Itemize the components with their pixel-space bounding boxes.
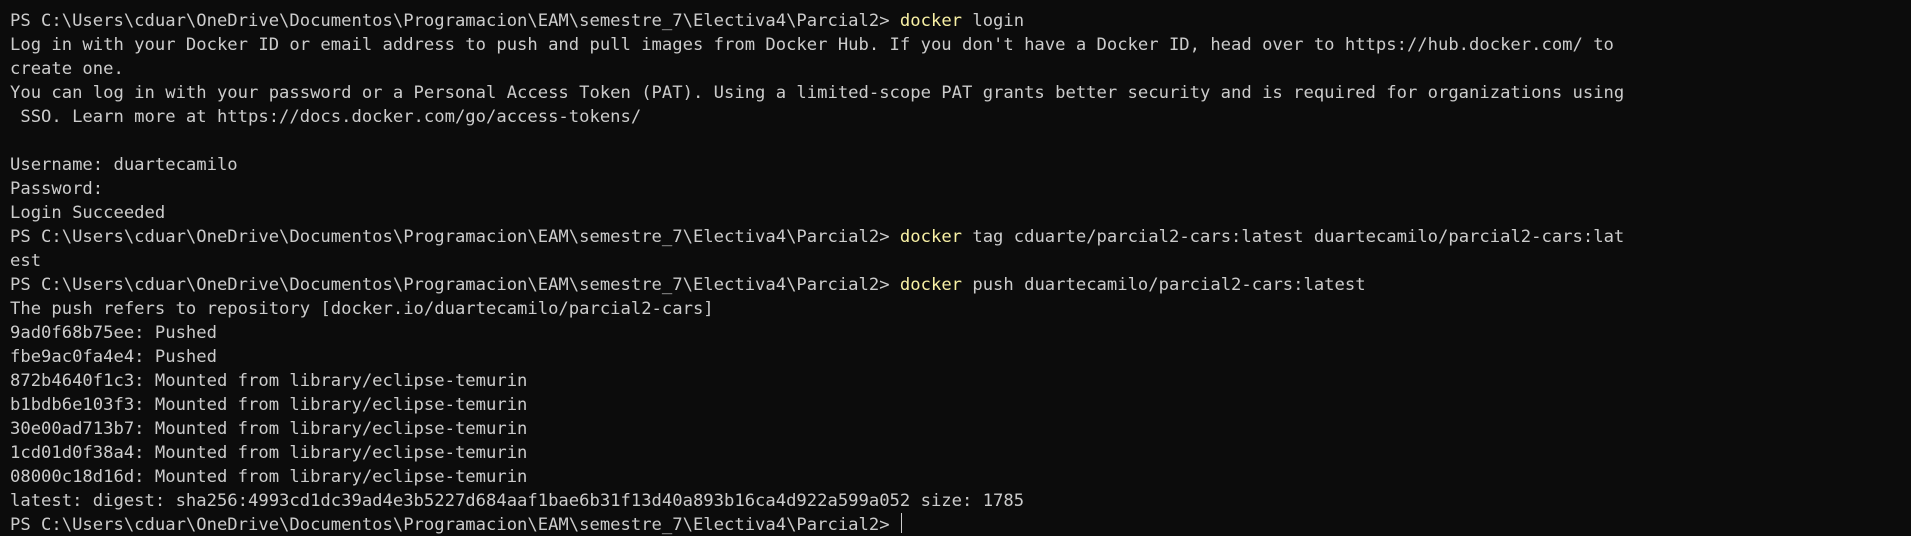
command-name: docker bbox=[899, 227, 963, 247]
command-args: push duartecamilo/parcial2-cars:latest bbox=[962, 275, 1366, 295]
output-line: create one. bbox=[10, 59, 124, 79]
text-cursor[interactable] bbox=[900, 513, 902, 533]
output-line: Log in with your Docker ID or email addr… bbox=[10, 35, 1614, 55]
output-line: The push refers to repository [docker.io… bbox=[10, 299, 714, 319]
command-name: docker bbox=[899, 275, 963, 295]
terminal-output: PS C:\Users\cduar\OneDrive\Documentos\Pr… bbox=[10, 9, 1911, 536]
prompt-line: PS C:\Users\cduar\OneDrive\Documentos\Pr… bbox=[10, 513, 1911, 536]
command-args: login bbox=[962, 11, 1025, 31]
prompt-path: PS C:\Users\cduar\OneDrive\Documentos\Pr… bbox=[10, 275, 900, 295]
output-line: 9ad0f68b75ee: Pushed bbox=[10, 323, 217, 343]
output-line: Password: bbox=[10, 179, 104, 199]
command-name: docker bbox=[899, 11, 963, 31]
prompt-path: PS C:\Users\cduar\OneDrive\Documentos\Pr… bbox=[10, 11, 900, 31]
command-args: tag cduarte/parcial2-cars:latest duartec… bbox=[962, 227, 1625, 247]
terminal-window[interactable]: PS C:\Users\cduar\OneDrive\Documentos\Pr… bbox=[0, 0, 1911, 536]
output-line: 30e00ad713b7: Mounted from library/eclip… bbox=[10, 419, 528, 439]
output-line: 1cd01d0f38a4: Mounted from library/eclip… bbox=[10, 443, 528, 463]
output-line: latest: digest: sha256:4993cd1dc39ad4e3b… bbox=[10, 491, 1025, 511]
output-line: Username: duartecamilo bbox=[10, 155, 238, 175]
output-line: You can log in with your password or a P… bbox=[10, 83, 1625, 103]
output-line: est bbox=[10, 251, 42, 271]
output-line: b1bdb6e103f3: Mounted from library/eclip… bbox=[10, 395, 528, 415]
prompt-line: PS C:\Users\cduar\OneDrive\Documentos\Pr… bbox=[10, 273, 1911, 297]
output-line: Login Succeeded bbox=[10, 203, 166, 223]
prompt-path: PS C:\Users\cduar\OneDrive\Documentos\Pr… bbox=[10, 227, 900, 247]
prompt-line: PS C:\Users\cduar\OneDrive\Documentos\Pr… bbox=[10, 9, 1911, 33]
output-line: 08000c18d16d: Mounted from library/eclip… bbox=[10, 467, 528, 487]
prompt-line: PS C:\Users\cduar\OneDrive\Documentos\Pr… bbox=[10, 225, 1911, 249]
output-line: fbe9ac0fa4e4: Pushed bbox=[10, 347, 217, 367]
output-line: SSO. Learn more at https://docs.docker.c… bbox=[10, 107, 642, 127]
prompt-path: PS C:\Users\cduar\OneDrive\Documentos\Pr… bbox=[10, 515, 900, 535]
output-line: 872b4640f1c3: Mounted from library/eclip… bbox=[10, 371, 528, 391]
